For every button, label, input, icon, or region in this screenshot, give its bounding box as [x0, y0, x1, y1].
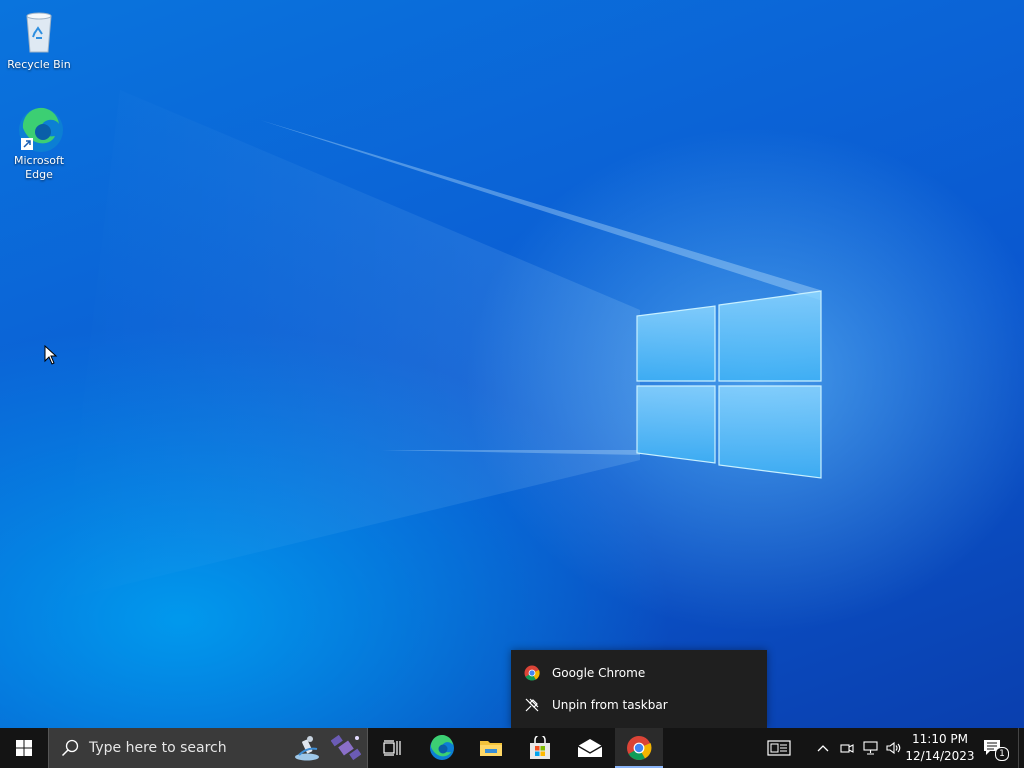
taskbar-search-box[interactable]: Type here to search	[48, 728, 368, 768]
action-center-button[interactable]: 1	[978, 728, 1009, 768]
windows-start-icon	[16, 740, 32, 756]
chrome-icon	[524, 665, 540, 681]
meet-now-button[interactable]	[836, 728, 858, 768]
search-placeholder: Type here to search	[89, 740, 227, 756]
start-button[interactable]	[0, 728, 48, 768]
recycle-bin-icon	[15, 8, 63, 56]
search-highlight-science-icon	[295, 736, 319, 761]
taskbar-chrome-button[interactable]	[615, 728, 663, 768]
task-view-icon	[383, 740, 401, 756]
unpin-icon	[524, 697, 540, 713]
mouse-cursor	[44, 345, 58, 365]
taskbar-jump-list: Google Chrome Unpin from taskbar	[511, 650, 767, 728]
chevron-up-icon	[817, 745, 829, 752]
unpin-from-taskbar-item[interactable]: Unpin from taskbar	[511, 690, 767, 720]
file-explorer-icon	[480, 741, 502, 756]
search-icon	[61, 739, 79, 757]
show-desktop-button[interactable]	[1018, 728, 1024, 768]
show-hidden-icons-button[interactable]	[812, 728, 834, 768]
news-and-interests-button[interactable]	[764, 728, 794, 768]
edge-icon	[15, 104, 63, 152]
desktop[interactable]: Recycle Bin Microsoft Edge Google Chrome…	[0, 0, 1024, 728]
taskbar-file-explorer-button[interactable]	[467, 728, 515, 768]
search-highlight-satellite-icon	[331, 734, 361, 761]
microsoft-edge-label: Microsoft Edge	[13, 154, 65, 181]
taskbar-microsoft-store-button[interactable]	[516, 728, 564, 768]
taskbar-mail-button[interactable]	[566, 728, 614, 768]
camera-icon	[840, 744, 854, 753]
taskbar: Type here to search 11:10 PM 12/14/2023 …	[0, 728, 1024, 768]
speaker-icon	[886, 741, 901, 755]
microsoft-store-icon	[530, 736, 550, 759]
task-view-button[interactable]	[368, 728, 416, 768]
edge-icon	[430, 735, 454, 760]
clock-time: 11:10 PM	[912, 732, 968, 746]
unpin-from-taskbar-label: Unpin from taskbar	[552, 698, 668, 712]
recycle-bin-shortcut[interactable]: Recycle Bin	[1, 8, 77, 72]
news-icon	[767, 740, 791, 756]
chrome-icon	[627, 736, 652, 761]
network-icon	[863, 741, 878, 755]
jump-list-chrome-label: Google Chrome	[552, 666, 646, 680]
clock-date: 12/14/2023	[905, 749, 975, 763]
taskbar-clock[interactable]: 11:10 PM 12/14/2023	[905, 731, 975, 765]
windows-logo-wallpaper	[636, 290, 822, 479]
jump-list-open-chrome[interactable]: Google Chrome	[511, 658, 767, 688]
volume-button[interactable]	[883, 728, 905, 768]
notification-count-badge: 1	[995, 747, 1009, 761]
wallpaper-light-beams	[60, 90, 822, 600]
mail-icon	[577, 739, 603, 757]
taskbar-edge-button[interactable]	[418, 728, 466, 768]
network-button[interactable]	[860, 728, 882, 768]
microsoft-edge-shortcut[interactable]: Microsoft Edge	[1, 104, 77, 182]
recycle-bin-label: Recycle Bin	[7, 58, 71, 71]
